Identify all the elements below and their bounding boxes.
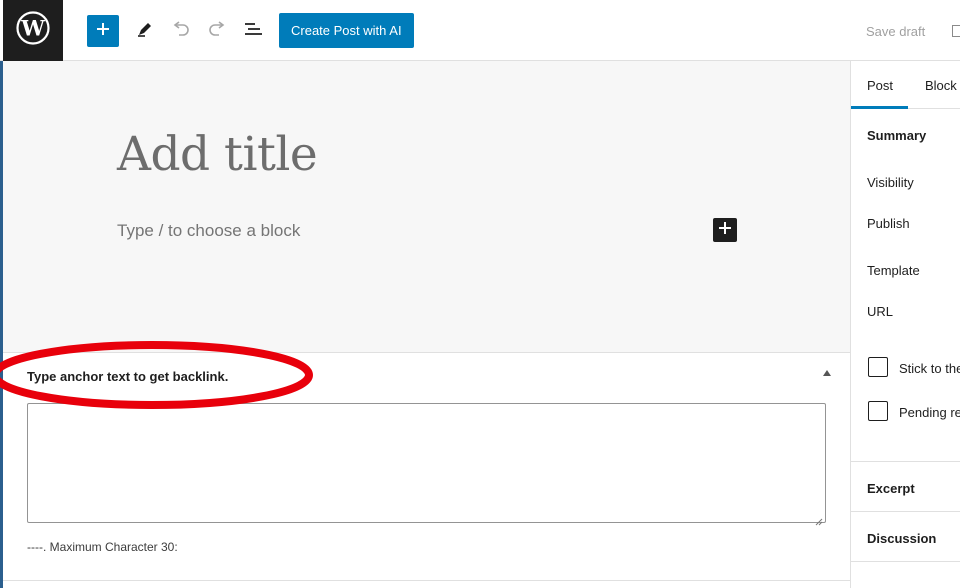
anchor-text-metabox: Type anchor text to get backlink. ----. …: [3, 352, 850, 588]
redo-button[interactable]: [204, 18, 230, 44]
post-title-input[interactable]: Add title: [117, 127, 318, 182]
divider: [851, 511, 960, 512]
excerpt-panel-toggle[interactable]: Excerpt: [867, 481, 915, 496]
plus-icon: [95, 21, 111, 42]
document-overview-button[interactable]: [240, 18, 266, 44]
url-label: URL: [867, 304, 894, 319]
anchor-text-textarea[interactable]: [27, 403, 826, 523]
metabox-title[interactable]: Type anchor text to get backlink.: [27, 369, 228, 384]
divider: [3, 580, 850, 581]
sidebar-tabs: Post Block: [851, 61, 960, 109]
tools-button[interactable]: [132, 18, 158, 44]
save-draft-button[interactable]: Save draft: [866, 24, 925, 39]
editor-canvas: Add title Type / to choose a block: [3, 61, 850, 352]
preview-icon[interactable]: [952, 25, 960, 37]
discussion-panel-toggle[interactable]: Discussion: [867, 531, 936, 546]
wordpress-logo-icon: W: [16, 11, 50, 50]
active-tab-indicator: [851, 106, 908, 109]
visibility-label: Visibility: [867, 175, 914, 190]
inline-add-block-button[interactable]: [713, 218, 737, 242]
max-character-hint: ----. Maximum Character 30:: [27, 540, 178, 554]
add-block-button[interactable]: [87, 15, 119, 47]
divider: [851, 561, 960, 562]
editor-header: W Create Post with AI Save draft: [0, 0, 960, 61]
sticky-label: Stick to the: [899, 361, 960, 376]
plus-icon: [718, 221, 732, 240]
pencil-icon: [136, 20, 154, 43]
svg-text:W: W: [20, 16, 45, 41]
settings-sidebar: Post Block Summary Visibility Publish Te…: [850, 61, 960, 588]
create-post-ai-button[interactable]: Create Post with AI: [279, 13, 414, 48]
pending-review-label: Pending re: [899, 405, 960, 420]
publish-label: Publish: [867, 216, 910, 231]
wordpress-logo-button[interactable]: W: [3, 0, 63, 61]
resize-grip-icon[interactable]: [815, 513, 823, 526]
undo-button[interactable]: [168, 18, 194, 44]
template-label: Template: [867, 263, 920, 278]
undo-icon: [171, 20, 191, 42]
pending-review-checkbox[interactable]: [868, 401, 888, 421]
caret-up-icon[interactable]: [823, 370, 831, 376]
list-view-icon: [243, 21, 263, 42]
default-block-appender[interactable]: Type / to choose a block: [117, 221, 300, 241]
summary-heading[interactable]: Summary: [867, 128, 926, 143]
sticky-checkbox[interactable]: [868, 357, 888, 377]
tab-block[interactable]: Block: [925, 78, 957, 93]
redo-icon: [207, 20, 227, 42]
tab-post[interactable]: Post: [867, 78, 893, 93]
divider: [851, 461, 960, 462]
